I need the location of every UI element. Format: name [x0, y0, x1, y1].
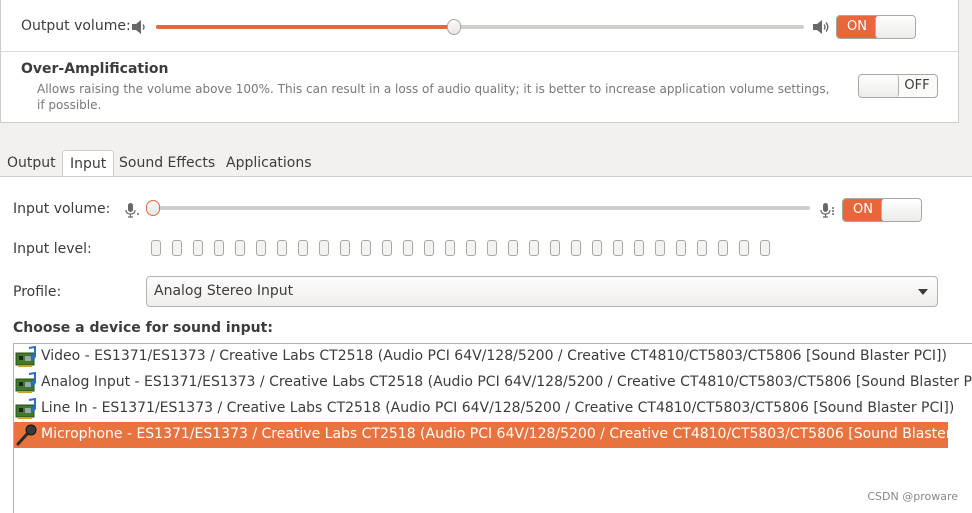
output-volume-slider[interactable]	[156, 19, 804, 35]
input-toggle-label: ON	[843, 199, 883, 221]
input-level-cell	[487, 240, 497, 256]
input-level-cell	[571, 240, 581, 256]
chevron-down-icon	[918, 289, 928, 295]
over-amplification-toggle[interactable]: OFF	[858, 74, 938, 98]
microphone-icon	[16, 424, 37, 446]
input-level-cell	[340, 240, 350, 256]
input-volume-label: Input volume:	[13, 201, 111, 217]
input-volume-knob[interactable]	[146, 200, 160, 216]
speaker-high-icon	[813, 20, 829, 34]
microphone-low-icon	[125, 203, 139, 218]
input-level-cell	[718, 240, 728, 256]
input-level-cell	[298, 240, 308, 256]
input-level-cell	[760, 240, 770, 256]
input-level-cell	[319, 240, 329, 256]
list-item[interactable]: Analog Input - ES1371/ES1373 / Creative …	[14, 370, 972, 396]
tab-sound-effects[interactable]: Sound Effects	[112, 150, 222, 177]
input-level-cell	[172, 240, 182, 256]
watermark: CSDN @proware	[867, 490, 958, 503]
input-level-cell	[550, 240, 560, 256]
input-level-cell	[676, 240, 686, 256]
input-level-cell	[361, 240, 371, 256]
output-volume-fill	[156, 25, 454, 29]
input-level-cell	[277, 240, 287, 256]
output-volume-label: Output volume:	[21, 18, 131, 34]
tab-output[interactable]: Output	[0, 150, 63, 177]
input-level-cell	[193, 240, 203, 256]
over-amplification-toggle-knob	[859, 75, 899, 97]
microphone-high-icon	[820, 203, 834, 218]
input-level-cell	[256, 240, 266, 256]
input-level-cell	[382, 240, 392, 256]
sound-card-icon	[15, 346, 36, 367]
list-item[interactable]: Video - ES1371/ES1373 / Creative Labs CT…	[14, 344, 972, 370]
output-settings-panel: Output volume: ON Over-Amplification All…	[0, 0, 959, 123]
input-level-label: Input level:	[13, 241, 92, 257]
output-volume-row: Output volume: ON	[1, 0, 958, 52]
tab-applications[interactable]: Applications	[219, 150, 319, 177]
tab-input[interactable]: Input	[62, 150, 115, 177]
input-level-cell	[655, 240, 665, 256]
input-level-cell	[445, 240, 455, 256]
speaker-low-icon	[132, 20, 145, 34]
input-level-cell	[739, 240, 749, 256]
output-mute-toggle[interactable]: ON	[836, 15, 916, 39]
input-pane: Input volume: ON Input level: Profile: A…	[0, 176, 972, 513]
output-toggle-knob	[875, 16, 915, 38]
device-list-heading: Choose a device for sound input:	[13, 320, 273, 336]
profile-select[interactable]: Analog Stereo Input	[146, 276, 938, 307]
device-name: Microphone - ES1371/ES1373 / Creative La…	[41, 426, 972, 442]
profile-label: Profile:	[13, 284, 62, 300]
device-name: Line In - ES1371/ES1373 / Creative Labs …	[41, 400, 955, 416]
input-level-cell	[214, 240, 224, 256]
tab-bar: Output Input Sound Effects Applications	[0, 150, 972, 177]
over-amplification-description: Allows raising the volume above 100%. Th…	[37, 82, 830, 112]
input-volume-slider[interactable]	[146, 200, 810, 216]
list-item[interactable]: Line In - ES1371/ES1373 / Creative Labs …	[14, 396, 972, 422]
input-level-cell	[466, 240, 476, 256]
over-amplification-toggle-label: OFF	[904, 78, 930, 93]
input-level-cell	[634, 240, 644, 256]
device-name: Video - ES1371/ES1373 / Creative Labs CT…	[41, 348, 947, 364]
input-level-cell	[508, 240, 518, 256]
over-amplification-title: Over-Amplification	[21, 61, 169, 77]
sound-card-icon	[15, 372, 36, 393]
input-level-cell	[613, 240, 623, 256]
input-device-list[interactable]: Video - ES1371/ES1373 / Creative Labs CT…	[13, 343, 972, 513]
device-name: Analog Input - ES1371/ES1373 / Creative …	[41, 374, 972, 390]
output-volume-knob[interactable]	[447, 19, 461, 35]
input-level-cell	[235, 240, 245, 256]
output-toggle-label: ON	[837, 16, 877, 38]
profile-select-value: Analog Stereo Input	[154, 283, 294, 299]
input-level-cell	[697, 240, 707, 256]
input-toggle-knob	[881, 199, 921, 221]
sound-card-icon	[15, 398, 36, 419]
input-level-cell	[592, 240, 602, 256]
list-item-selected[interactable]: Microphone - ES1371/ES1373 / Creative La…	[14, 422, 972, 448]
input-mute-toggle[interactable]: ON	[842, 198, 922, 222]
input-level-cell	[151, 240, 161, 256]
input-level-cell	[529, 240, 539, 256]
input-level-cell	[403, 240, 413, 256]
input-level-cell	[424, 240, 434, 256]
